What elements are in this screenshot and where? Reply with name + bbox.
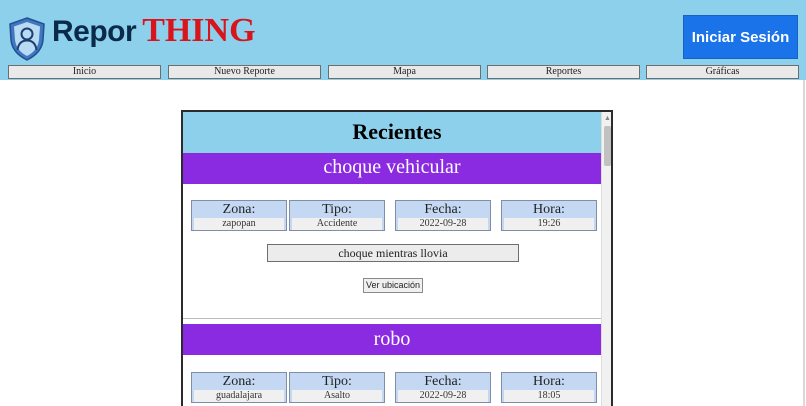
field-label: Tipo:	[322, 374, 352, 389]
report-title: robo	[183, 324, 601, 355]
date-field: Fecha: 2022-09-28	[395, 372, 491, 403]
brand-logo[interactable]: Repor THING	[52, 14, 256, 48]
nav-reportes[interactable]: Reportes	[487, 65, 640, 79]
field-value: guadalajara	[194, 390, 284, 402]
field-label: Tipo:	[322, 202, 352, 217]
report-title: choque vehicular	[183, 153, 601, 184]
brand-name-part2: THING	[142, 12, 256, 49]
panel-title: Recientes	[183, 112, 611, 153]
nav-graficas[interactable]: Gráficas	[646, 65, 799, 79]
nav-inicio[interactable]: Inicio	[8, 65, 161, 79]
date-field: Fecha: 2022-09-28	[395, 200, 491, 231]
field-label: Fecha:	[424, 374, 462, 389]
field-label: Fecha:	[424, 202, 462, 217]
field-value: 18:05	[504, 390, 594, 402]
page-edge-divider	[803, 80, 805, 406]
type-field: Tipo: Asalto	[289, 372, 385, 403]
shield-person-icon[interactable]	[8, 17, 46, 61]
field-value: 19:26	[504, 218, 594, 230]
nav-mapa[interactable]: Mapa	[328, 65, 481, 79]
field-value: zapopan	[194, 218, 284, 230]
zone-field: Zona: guadalajara	[191, 372, 287, 403]
scroll-up-arrow-icon[interactable]: ▲	[604, 115, 611, 122]
field-value: 2022-09-28	[398, 218, 488, 230]
recent-reports-panel: Recientes choque vehicular Zona: zapopan…	[181, 110, 613, 406]
type-field: Tipo: Accidente	[289, 200, 385, 231]
panel-scrollbar[interactable]: ▲	[601, 112, 611, 406]
field-value: Accidente	[292, 218, 382, 230]
field-label: Hora:	[533, 374, 565, 389]
field-label: Hora:	[533, 202, 565, 217]
login-button[interactable]: Iniciar Sesión	[683, 15, 798, 59]
field-value: 2022-09-28	[398, 390, 488, 402]
field-label: Zona:	[222, 202, 256, 217]
report-separator	[183, 318, 601, 319]
report-description: choque mientras llovia	[267, 244, 519, 262]
scroll-thumb[interactable]	[604, 126, 611, 166]
time-field: Hora: 18:05	[501, 372, 597, 403]
zone-field: Zona: zapopan	[191, 200, 287, 231]
field-value: Asalto	[292, 390, 382, 402]
time-field: Hora: 19:26	[501, 200, 597, 231]
nav-nuevo-reporte[interactable]: Nuevo Reporte	[168, 65, 321, 79]
view-location-button[interactable]: Ver ubicación	[363, 278, 423, 293]
app-header: Repor THING Iniciar Sesión Inicio Nuevo R…	[0, 0, 806, 80]
brand-name-part1: Repor	[52, 15, 137, 48]
field-label: Zona:	[222, 374, 256, 389]
